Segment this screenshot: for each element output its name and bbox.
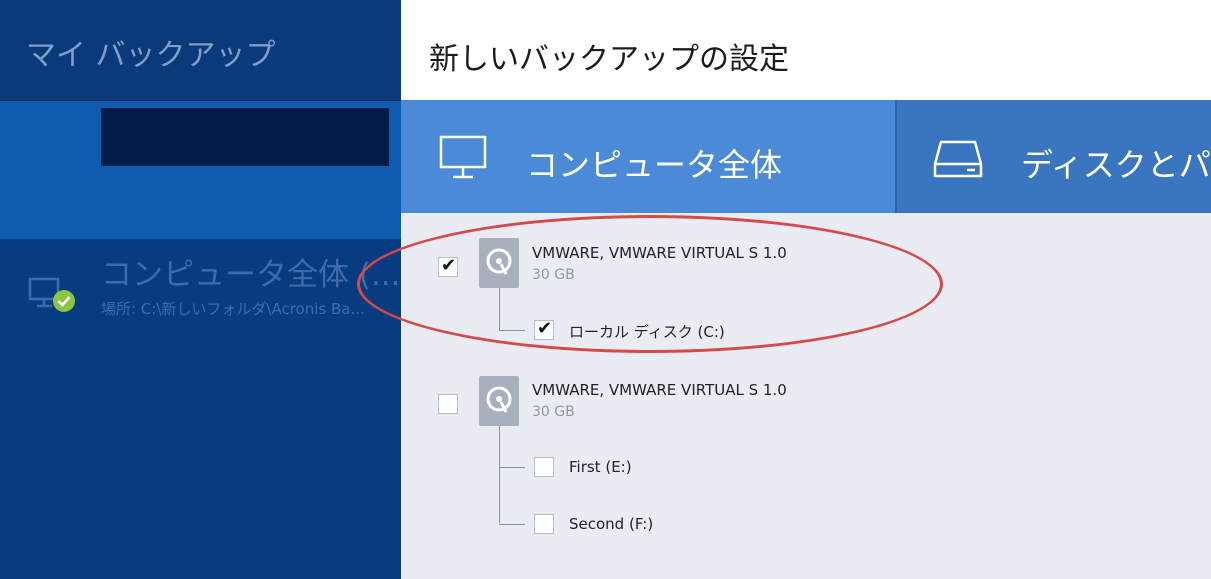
main-header: 新しいバックアップの設定 bbox=[401, 0, 1211, 100]
tree-line bbox=[499, 467, 525, 468]
drive-icon bbox=[933, 134, 983, 182]
tab-entire-computer[interactable]: コンピュータ全体 bbox=[401, 100, 895, 213]
sidebar-header: マイ バックアップ bbox=[0, 0, 401, 101]
disk-drive-icon bbox=[479, 376, 519, 426]
partition-f-label: Second (F:) bbox=[569, 515, 654, 533]
tree-line bbox=[499, 330, 525, 331]
redacted-label bbox=[101, 108, 389, 166]
tree-line bbox=[499, 426, 500, 523]
page-title: 新しいバックアップの設定 bbox=[429, 42, 789, 77]
tree-line bbox=[499, 288, 500, 330]
backup-item-title: コンピュータ全体 (... bbox=[101, 257, 401, 293]
sidebar: マイ バックアップ コンピュータ全体 (... 場所: C:\新しいフォルダ\A… bbox=[0, 0, 401, 579]
disk-2-size: 30 GB bbox=[532, 404, 575, 420]
partition-e-checkbox[interactable] bbox=[534, 457, 554, 477]
partition-c-label: ローカル ディスク (C:) bbox=[569, 323, 725, 341]
partition-c-checkbox[interactable]: ✔ bbox=[534, 318, 554, 340]
check-icon: ✔ bbox=[537, 318, 553, 339]
sidebar-item-new-backup[interactable] bbox=[0, 101, 401, 239]
tab-entire-computer-label: コンピュータ全体 bbox=[526, 146, 783, 184]
disk-2-name: VMWARE, VMWARE VIRTUAL S 1.0 bbox=[532, 381, 787, 399]
check-icon: ✔ bbox=[441, 255, 457, 276]
tab-disks-partitions-label: ディスクとパー bbox=[1021, 146, 1211, 184]
tab-disks-partitions[interactable]: ディスクとパー bbox=[897, 100, 1211, 213]
partition-e-label: First (E:) bbox=[569, 458, 632, 476]
disk-2-checkbox[interactable] bbox=[438, 394, 458, 414]
disk-list: ✔ VMWARE, VMWARE VIRTUAL S 1.0 30 GB ✔ ロ… bbox=[401, 213, 1211, 579]
partition-f-checkbox[interactable] bbox=[534, 514, 554, 534]
source-tabs: コンピュータ全体 ディスクとパー bbox=[401, 100, 1211, 213]
disk-drive-icon bbox=[479, 238, 519, 288]
monitor-icon bbox=[438, 134, 488, 182]
disk-1-size: 30 GB bbox=[532, 267, 575, 283]
backup-item-location: 場所: C:\新しいフォルダ\Acronis Ba... bbox=[101, 300, 365, 318]
sidebar-title: マイ バックアップ bbox=[26, 38, 276, 73]
tree-line bbox=[499, 524, 525, 525]
disk-1-checkbox[interactable]: ✔ bbox=[438, 255, 458, 277]
disk-1-name: VMWARE, VMWARE VIRTUAL S 1.0 bbox=[532, 244, 787, 262]
sidebar-item-backup[interactable]: コンピュータ全体 (... 場所: C:\新しいフォルダ\Acronis Ba.… bbox=[0, 239, 401, 339]
computer-backup-ok-icon bbox=[28, 275, 78, 319]
